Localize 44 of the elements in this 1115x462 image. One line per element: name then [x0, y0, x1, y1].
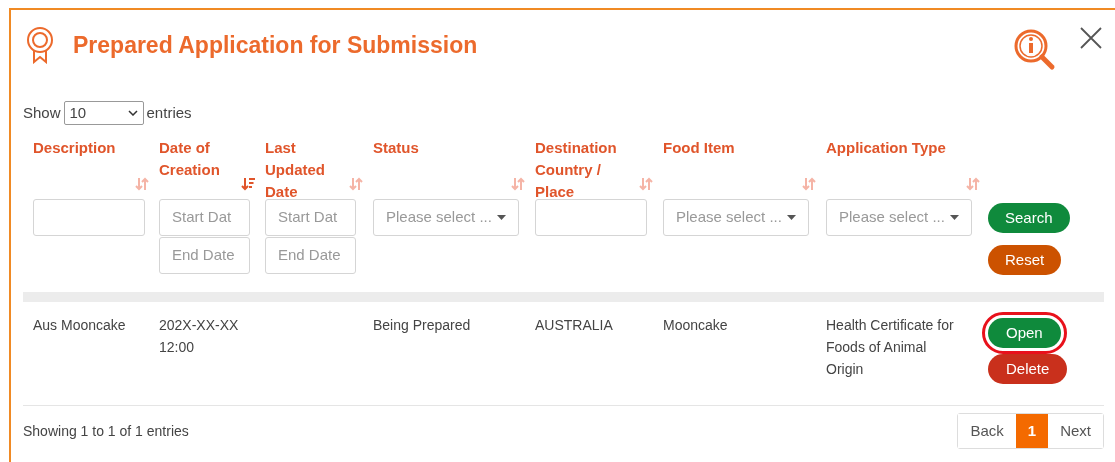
close-icon[interactable]: [1079, 26, 1103, 50]
entries-select[interactable]: 10: [63, 101, 144, 125]
filter-field[interactable]: [535, 199, 647, 236]
table-cell-text: 202X-XX-XX 12:00: [159, 316, 240, 357]
column-header[interactable]: Application Type: [826, 137, 966, 159]
filter-select[interactable]: Please select ...: [373, 199, 519, 236]
end-date-field[interactable]: End Date: [265, 237, 356, 274]
column-header[interactable]: Date of Creation: [159, 137, 241, 181]
filter-field[interactable]: [33, 199, 145, 236]
table-cell-text: Health Certificate for Foods of Animal Origin: [826, 316, 955, 379]
entries-info: Showing 1 to 1 of 1 entries: [23, 421, 189, 441]
pagination-button[interactable]: 1: [1015, 414, 1049, 448]
table-cell-text: Aus Mooncake: [33, 316, 127, 335]
start-date-field[interactable]: Start Dat: [159, 199, 250, 236]
table-cell-text: Being Prepared: [373, 316, 472, 335]
filter-select[interactable]: Please select ...: [826, 199, 972, 236]
sort-icon[interactable]: [241, 176, 255, 192]
award-icon: [25, 26, 55, 64]
sort-icon[interactable]: [135, 176, 149, 192]
chevron-icon: [127, 110, 138, 116]
caret-icon: [787, 215, 796, 220]
filter-select[interactable]: Please select ...: [663, 199, 809, 236]
sort-icon[interactable]: [966, 176, 980, 192]
entries-label: entries: [146, 102, 192, 123]
start-date-field[interactable]: Start Dat: [265, 199, 356, 236]
caret-icon: [950, 215, 959, 220]
column-header[interactable]: Description: [33, 137, 135, 159]
search-button[interactable]: Search: [988, 203, 1070, 233]
end-date-field[interactable]: End Date: [159, 237, 250, 274]
delete-button[interactable]: Delete: [988, 354, 1068, 384]
reset-button[interactable]: Reset: [988, 245, 1062, 275]
sort-icon[interactable]: [639, 176, 653, 192]
sort-icon[interactable]: [349, 176, 363, 192]
caret-icon: [497, 215, 506, 220]
info-search-icon[interactable]: [1013, 28, 1057, 72]
column-header[interactable]: Destination Country / Place: [535, 137, 639, 203]
column-header[interactable]: Food Item: [663, 137, 802, 159]
sort-icon[interactable]: [802, 176, 816, 192]
table-cell-text: Mooncake: [663, 316, 729, 335]
column-header[interactable]: Status: [373, 137, 511, 159]
dialog-title: Prepared Application for Submission: [73, 30, 478, 60]
table-cell-text: AUSTRALIA: [535, 316, 614, 335]
show-label: Show: [23, 102, 61, 123]
sort-icon[interactable]: [511, 176, 525, 192]
